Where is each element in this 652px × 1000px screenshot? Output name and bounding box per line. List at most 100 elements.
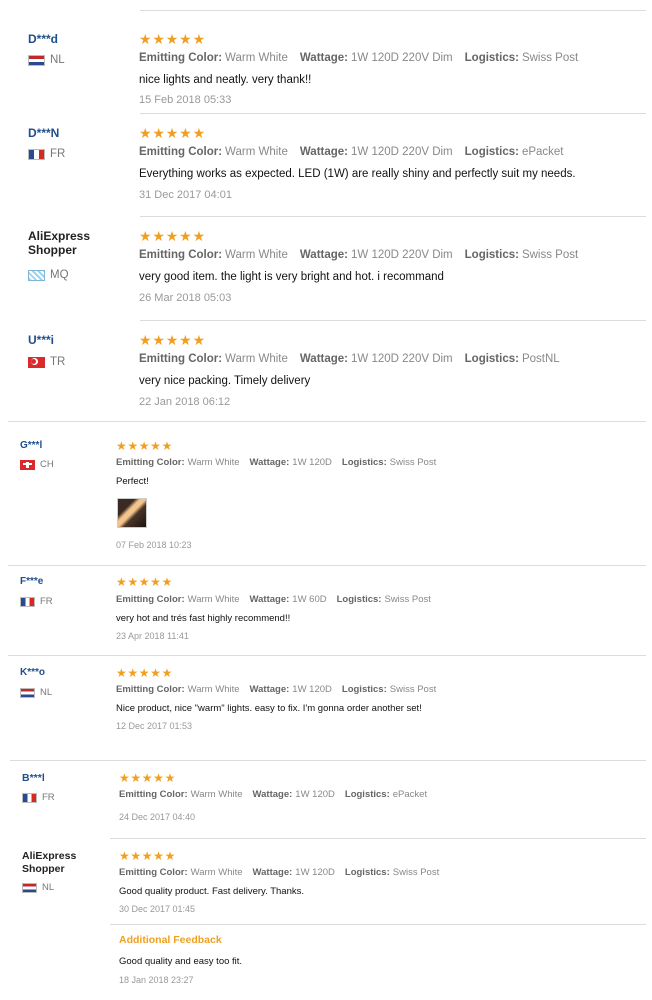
logistics-value: Swiss Post	[521, 249, 579, 261]
additional-feedback-date: 18 Jan 2018 23:27	[119, 975, 194, 985]
review-date: 24 Dec 2017 04:40	[119, 812, 196, 822]
star-icon: ★	[127, 439, 139, 453]
star-rating: ★ ★ ★ ★ ★	[119, 850, 176, 862]
star-icon: ★	[152, 125, 165, 141]
reviewer-name: B***l	[22, 772, 45, 784]
review-item: G***l CH ★ ★ ★ ★ ★ Emitting Color: Warm White Wat…	[0, 421, 652, 550]
star-icon: ★	[139, 125, 152, 141]
product-attributes: Emitting Color: Warm White Wattage: 1W 60D L…	[116, 594, 431, 605]
emitting-color-label: Emitting Color:	[139, 249, 223, 261]
star-icon: ★	[116, 439, 127, 453]
reviewer-country: NL	[22, 882, 54, 893]
star-rating: ★ ★ ★ ★ ★	[119, 772, 176, 784]
reviewer-country: NL	[20, 687, 52, 698]
country-code: NL	[50, 54, 65, 66]
star-icon: ★	[152, 228, 165, 244]
star-icon: ★	[141, 849, 153, 863]
review-date: 07 Feb 2018 10:23	[116, 540, 192, 550]
review-text: nice lights and neatly. very thank!!	[139, 74, 312, 86]
additional-feedback-text: Good quality and easy too fit.	[119, 956, 243, 967]
star-rating: ★ ★ ★ ★ ★	[139, 126, 206, 140]
wattage-label: Wattage:	[299, 52, 349, 64]
star-icon: ★	[150, 439, 161, 453]
star-icon: ★	[153, 771, 164, 785]
star-icon: ★	[164, 849, 176, 863]
emitting-color-value: Warm White	[225, 353, 288, 365]
wattage-value: 1W 120D	[295, 867, 335, 878]
star-icon: ★	[116, 666, 127, 680]
wattage-value: 1W 120D	[295, 789, 335, 800]
star-icon: ★	[152, 332, 165, 348]
review-item: AliExpress Shopper MQ ★ ★ ★ ★ ★ Emitting Color:…	[0, 216, 652, 304]
product-attributes: Emitting Color: Warm White Wattage: 1W 120D…	[119, 867, 439, 878]
review-date: 31 Dec 2017 04:01	[139, 189, 232, 201]
wattage-label: Wattage:	[299, 353, 349, 365]
star-icon: ★	[161, 666, 173, 680]
star-icon: ★	[138, 575, 150, 589]
star-icon: ★	[165, 125, 179, 141]
star-icon: ★	[179, 228, 192, 244]
country-code: TR	[50, 356, 66, 368]
country-code: NL	[40, 687, 53, 698]
wattage-value: 1W 120D 220V Dim	[351, 353, 453, 365]
product-attributes: Emitting Color: Warm White Wattage: 1W 120D…	[116, 684, 436, 695]
review-item: AliExpress Shopper NL ★ ★ ★ ★ ★ Emitting Color:…	[0, 838, 652, 985]
star-icon: ★	[192, 125, 206, 141]
star-icon: ★	[116, 575, 127, 589]
additional-feedback-label: Additional Feedback	[119, 934, 222, 946]
star-icon: ★	[119, 849, 130, 863]
review-text: very hot and trés fast highly recommend!…	[116, 613, 291, 624]
emitting-color-label: Emitting Color:	[139, 353, 223, 365]
logistics-label: Logistics:	[464, 353, 519, 365]
emitting-color-value: Warm White	[187, 457, 240, 468]
fr-flag-icon	[28, 148, 45, 160]
star-icon: ★	[138, 666, 150, 680]
review-date: 15 Feb 2018 05:33	[139, 94, 232, 106]
star-icon: ★	[164, 771, 176, 785]
reviewer-name: D***d	[28, 32, 59, 46]
star-icon: ★	[130, 849, 142, 863]
wattage-label: Wattage:	[299, 146, 349, 158]
star-icon: ★	[150, 575, 161, 589]
nl-flag-icon	[28, 54, 45, 66]
review-date: 26 Mar 2018 05:03	[139, 292, 232, 304]
reviewer-name: F***e	[20, 576, 44, 587]
star-icon: ★	[119, 771, 130, 785]
logistics-label: Logistics:	[341, 457, 387, 468]
reviewer-country: FR	[20, 596, 53, 607]
logistics-label: Logistics:	[344, 867, 390, 878]
wattage-value: 1W 120D 220V Dim	[351, 249, 453, 261]
wattage-label: Wattage:	[299, 249, 349, 261]
review-text: Perfect!	[116, 476, 149, 487]
star-rating: ★ ★ ★ ★ ★	[116, 667, 173, 679]
product-attributes: Emitting Color: Warm White Wattage: 1W 120D…	[116, 457, 436, 468]
star-icon: ★	[139, 31, 152, 47]
review-text: Nice product, nice "warm" lights. easy t…	[116, 703, 422, 714]
review-photo-thumbnail[interactable]	[117, 498, 147, 528]
star-rating: ★ ★ ★ ★ ★	[139, 32, 206, 46]
emitting-color-value: Warm White	[187, 684, 240, 695]
country-code: FR	[50, 148, 66, 160]
reviewer-name: D***N	[28, 126, 60, 140]
wattage-value: 1W 120D	[292, 457, 332, 468]
logistics-value: ePacket	[521, 146, 564, 158]
star-rating: ★ ★ ★ ★ ★	[116, 576, 173, 588]
star-icon: ★	[150, 666, 161, 680]
reviewer-country: NL	[28, 54, 65, 66]
wattage-label: Wattage:	[249, 457, 290, 468]
emitting-color-value: Warm White	[225, 249, 288, 261]
emitting-color-value: Warm White	[190, 867, 243, 878]
emitting-color-label: Emitting Color:	[139, 146, 223, 158]
reviewer-name: AliExpress Shopper	[28, 229, 91, 258]
star-icon: ★	[161, 439, 173, 453]
star-icon: ★	[165, 31, 179, 47]
reviewer-name: U***i	[28, 333, 55, 347]
star-icon: ★	[139, 332, 152, 348]
star-icon: ★	[139, 228, 152, 244]
additional-feedback-divider	[110, 924, 646, 925]
emitting-color-label: Emitting Color:	[119, 867, 188, 878]
review-item: U***i TR ★ ★ ★ ★ ★ Emitting Color: Warm White Wat…	[0, 320, 652, 408]
country-code: FR	[42, 792, 55, 803]
star-icon: ★	[165, 332, 179, 348]
star-icon: ★	[152, 31, 165, 47]
